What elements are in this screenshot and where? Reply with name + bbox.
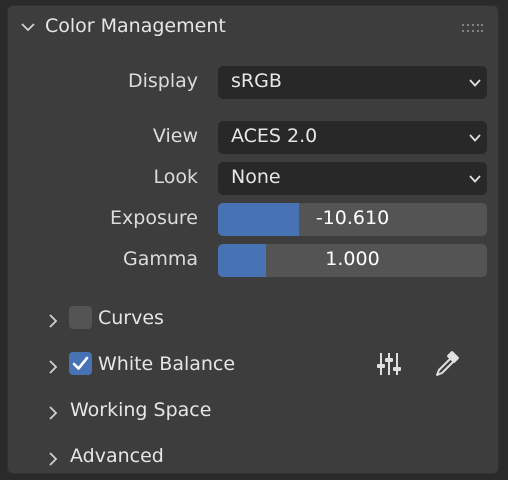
subpanel-curves[interactable]: Curves	[8, 301, 498, 341]
display-value: sRGB	[231, 70, 282, 92]
view-value: ACES 2.0	[231, 125, 318, 147]
gamma-value: 1.000	[325, 248, 380, 270]
look-label: Look	[153, 166, 198, 188]
chevron-down-icon	[469, 134, 481, 142]
gamma-slider[interactable]: 1.000	[218, 244, 487, 277]
panel-title: Color Management	[45, 15, 226, 37]
chevron-right-icon[interactable]	[46, 313, 60, 329]
display-dropdown[interactable]: sRGB	[218, 66, 487, 99]
white-balance-checkbox[interactable]	[69, 352, 92, 375]
chevron-right-icon[interactable]	[46, 359, 60, 375]
chevron-down-icon	[469, 175, 481, 183]
subpanel-working-space[interactable]: Working Space	[8, 393, 498, 433]
eyedropper-icon[interactable]	[431, 349, 461, 379]
curves-checkbox[interactable]	[69, 306, 92, 329]
look-value: None	[231, 166, 281, 188]
exposure-label: Exposure	[110, 207, 198, 229]
advanced-label: Advanced	[70, 445, 164, 467]
exposure-slider[interactable]: -10.610	[218, 203, 487, 236]
checkmark-icon	[72, 356, 89, 370]
view-dropdown[interactable]: ACES 2.0	[218, 121, 487, 154]
view-label: View	[152, 125, 198, 147]
exposure-value: -10.610	[315, 207, 390, 229]
look-dropdown[interactable]: None	[218, 162, 487, 195]
panel-header[interactable]: Color Management	[8, 6, 498, 46]
white-balance-label: White Balance	[98, 353, 236, 375]
display-label: Display	[127, 70, 198, 92]
chevron-right-icon[interactable]	[46, 405, 60, 421]
subpanel-advanced[interactable]: Advanced	[8, 439, 498, 479]
color-management-panel: Color Management Display sRGB View ACES …	[7, 5, 499, 474]
chevron-right-icon[interactable]	[46, 451, 60, 467]
chevron-down-icon	[469, 79, 481, 87]
subpanel-white-balance[interactable]: White Balance	[8, 347, 498, 387]
drag-grip-icon[interactable]	[461, 22, 483, 34]
sliders-icon[interactable]	[374, 349, 404, 379]
working-space-label: Working Space	[70, 399, 212, 421]
chevron-down-icon[interactable]	[20, 19, 36, 35]
curves-label: Curves	[98, 307, 164, 329]
gamma-label: Gamma	[122, 248, 198, 270]
